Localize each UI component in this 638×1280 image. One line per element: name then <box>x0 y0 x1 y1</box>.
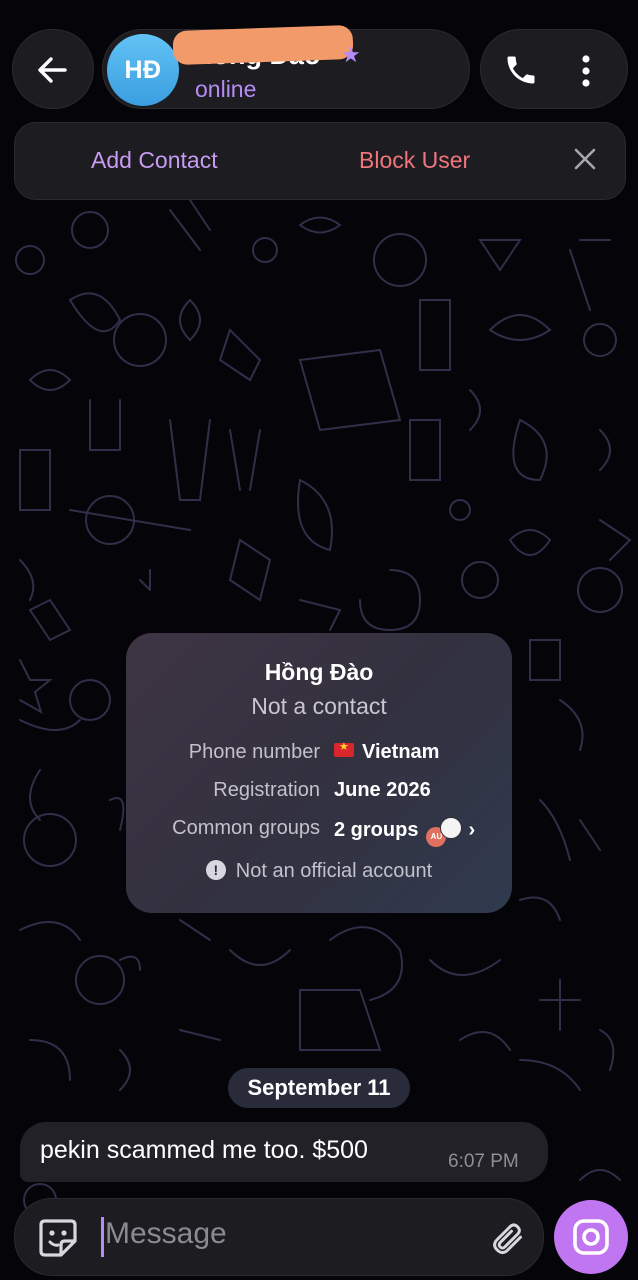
contact-info-card: Hồng Đào Not a contact Phone number Viet… <box>126 633 512 913</box>
chat-header: HĐ Hồng Đào ★ online <box>0 24 638 110</box>
info-exclamation-icon: ! <box>205 860 226 880</box>
sticker-icon[interactable] <box>37 1217 79 1259</box>
avatar[interactable]: HĐ <box>107 34 179 106</box>
common-groups-value: 2 groups <box>334 819 419 841</box>
phone-number-value: Vietnam <box>334 740 440 764</box>
more-vertical-icon[interactable] <box>579 54 593 88</box>
message-time: 6:07 PM <box>448 1151 519 1172</box>
block-user-button[interactable]: Block User <box>359 147 470 174</box>
back-button[interactable] <box>12 29 94 109</box>
text-caret <box>101 1217 104 1257</box>
action-banner: Add Contact Block User <box>14 122 626 200</box>
online-status: online <box>195 76 257 102</box>
chevron-right-icon: › <box>468 819 476 841</box>
avatar-initials: HĐ <box>124 55 162 84</box>
common-groups-label: Common groups <box>172 817 320 839</box>
info-name: Hồng Đào <box>264 659 374 685</box>
info-subtitle: Not a contact <box>251 693 387 719</box>
arrow-left-icon <box>38 57 67 83</box>
add-contact-button[interactable]: Add Contact <box>91 147 218 174</box>
camera-icon <box>573 1219 609 1255</box>
redaction-mark <box>172 24 354 66</box>
message-text: pekin scammed me too. $500 <box>40 1136 368 1164</box>
camera-button[interactable] <box>554 1200 628 1274</box>
premium-star-icon: ★ <box>341 42 361 67</box>
message-input[interactable]: Message <box>105 1217 227 1251</box>
paperclip-icon[interactable] <box>489 1219 525 1257</box>
phone-icon[interactable] <box>503 52 539 88</box>
common-groups-link[interactable]: 2 groups AU › <box>334 817 475 847</box>
date-separator: September 11 <box>228 1068 410 1108</box>
registration-value: June 2026 <box>334 779 431 801</box>
registration-label: Registration <box>213 779 320 801</box>
chat-title-bar[interactable]: HĐ Hồng Đào ★ online <box>102 24 470 109</box>
vietnam-flag-icon <box>334 740 354 757</box>
phone-number-label: Phone number <box>188 741 320 763</box>
group-avatar-2 <box>440 817 463 839</box>
note-text: Not an official account <box>235 860 433 882</box>
message-composer: Message <box>14 1198 544 1276</box>
header-actions <box>480 29 628 109</box>
phone-country: Vietnam <box>362 741 440 763</box>
message-bubble[interactable]: pekin scammed me too. $500 6:07 PM <box>20 1122 548 1182</box>
official-account-note: ! Not an official account <box>126 860 512 883</box>
close-icon[interactable] <box>573 147 597 171</box>
